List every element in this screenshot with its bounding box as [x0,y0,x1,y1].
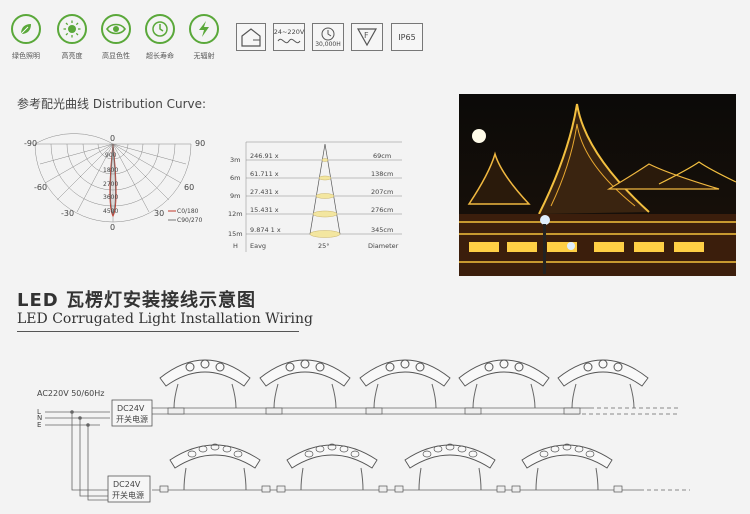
svg-text:F: F [364,31,369,40]
beam-eavg: 9.874 1 x [250,226,281,234]
beam-diameter: 138cm [371,170,393,178]
lower-light-row [160,444,622,492]
f-mark-icon: F [351,23,383,51]
polar-distribution-chart: -90 90 0 -60 60 -30 30 0 900 1800 2700 3… [20,132,210,232]
beam-h: 3m [230,156,240,164]
beam-h: 12m [228,210,243,218]
lifetime-label: 30,000H [315,41,341,48]
corrugated-light-upper [260,360,350,414]
beam-diameter: 69cm [373,152,391,160]
ring-label: 2700 [103,181,118,188]
sun-icon [57,14,87,44]
wiring-title-cn: LED 瓦楞灯安装接线示意图 [17,286,256,312]
wiring-diagram: AC220V 50/60Hz L N E DC24V 开关电源 DC24V 开关… [0,340,750,514]
ring-label: 900 [105,152,117,159]
driver2-line2: 开关电源 [112,490,144,500]
ring-label: 1800 [103,167,118,174]
feature-label: 超长寿命 [135,51,185,61]
corrugated-light-lower [512,444,622,492]
corrugated-light-upper [558,360,648,414]
corrugated-light-lower [160,444,270,492]
ring-label: 4500 [103,208,118,215]
beam-spread-table: 3m 6m 9m 12m 15m 246.91 x 61.711 x 27.43… [228,140,403,252]
lifetime-icon: 30,000H [312,23,344,51]
beam-eavg: 61.711 x [250,170,279,178]
eye-icon [101,14,131,44]
voltage-icon: 24~220V [273,23,305,51]
leaf-icon [11,14,41,44]
indoor-outdoor-icon [236,23,266,51]
feature-label: 绿色照明 [1,51,51,61]
corrugated-light-lower [277,444,387,492]
driver1-line1: DC24V [117,404,145,413]
angle-label: -90 [24,139,37,148]
legend-c0: C0/180 [177,208,199,215]
beam-cone [310,144,340,234]
corrugated-light-upper [160,360,250,414]
angle-label: -60 [34,183,47,192]
corrugated-light-upper [360,360,450,414]
wiring-title-en: LED Corrugated Light Installation Wiring [17,311,313,327]
voltage-label: 24~220V [274,28,305,36]
night-building-photo [459,94,736,276]
beam-footer-diameter: Diameter [368,242,399,250]
ring-label: 3600 [103,194,118,201]
line-label-e: E [37,421,41,429]
beam-footer-angle: 25° [318,242,330,250]
angle-label: -30 [61,209,74,218]
angle-label: 0 [110,223,115,232]
beam-diameter: 207cm [371,188,393,196]
corrugated-light-upper [459,360,549,414]
distribution-title: 参考配光曲线 Distribution Curve: [17,95,206,112]
beam-eavg: 15.431 x [250,206,279,214]
lightning-icon [189,14,219,44]
angle-label: 60 [184,183,194,192]
beam-h: 15m [228,230,243,238]
angle-label: 90 [195,139,205,148]
driver2-line1: DC24V [113,480,141,489]
legend-c90: C90/270 [177,217,202,224]
feature-label: 高显色性 [91,51,141,61]
beam-eavg: 27.431 x [250,188,279,196]
beam-eavg: 246.91 x [250,152,279,160]
ac-input-label: AC220V 50/60Hz [37,389,104,398]
beam-footer-h: H [233,242,238,250]
title-underline [17,331,299,332]
beam-footer-eavg: Eavg [250,242,266,250]
beam-h: 9m [230,192,240,200]
upper-light-row [160,360,648,414]
clock-icon [145,14,175,44]
angle-label: 0 [110,134,115,143]
ip-rating-badge: IP65 [391,23,423,51]
beam-diameter: 276cm [371,206,393,214]
angle-label: 30 [154,209,164,218]
driver1-line2: 开关电源 [116,414,148,424]
feature-label: 高亮度 [47,51,97,61]
feature-label: 无辐射 [179,51,229,61]
corrugated-light-lower [395,444,505,492]
beam-diameter: 345cm [371,226,393,234]
beam-h: 6m [230,174,240,182]
